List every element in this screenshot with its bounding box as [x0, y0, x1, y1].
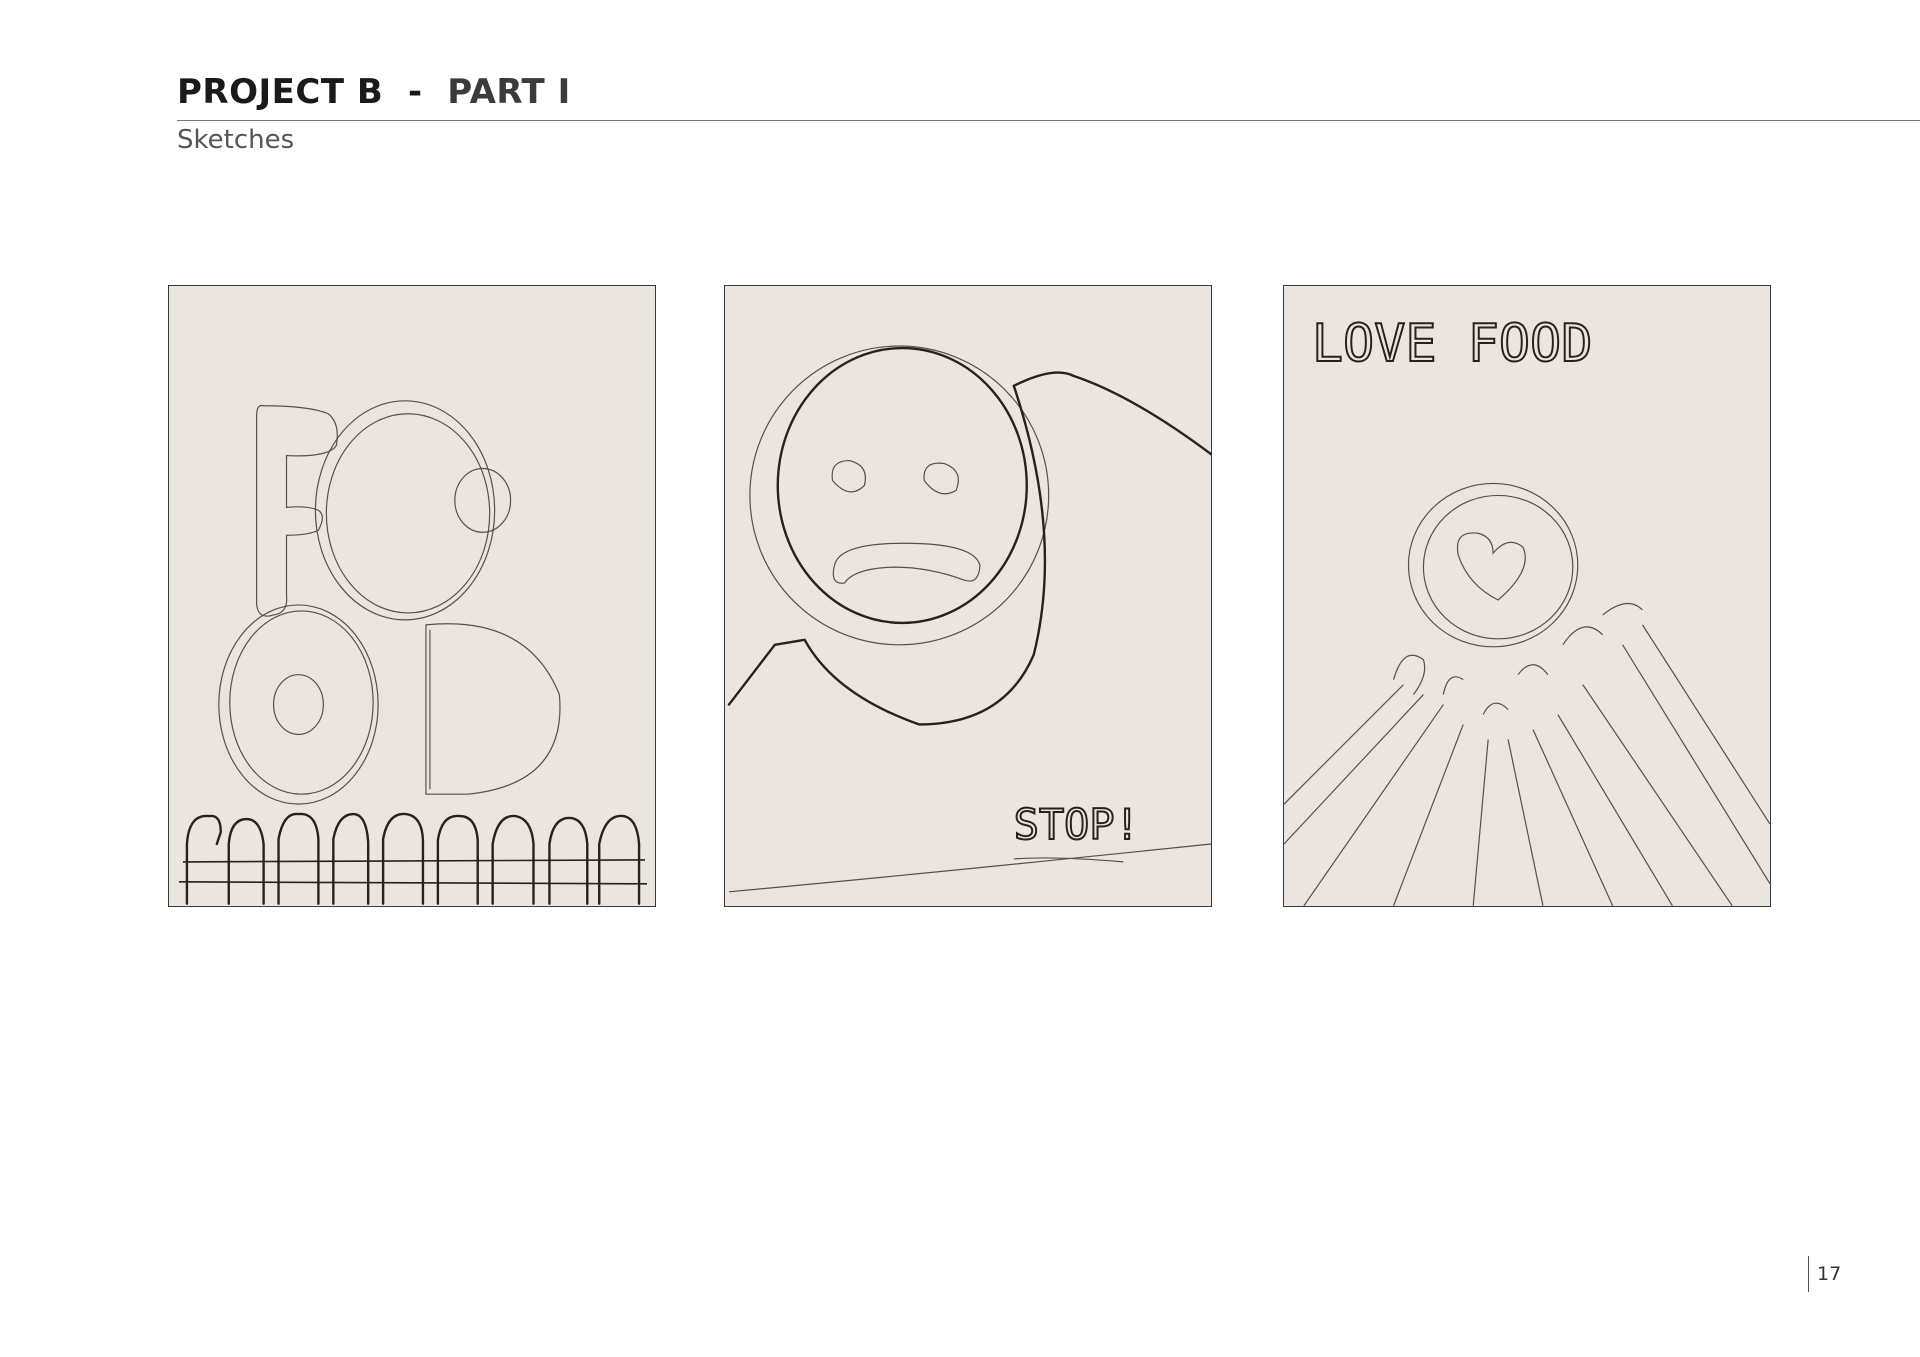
sad-face-drawing: STOP!: [727, 345, 1211, 893]
sketch-love-food: LOVE FOOD: [1283, 285, 1771, 907]
love-food-text: LOVE FOOD: [1312, 314, 1593, 374]
page-number: 17: [1808, 1256, 1841, 1292]
title-part: PART I: [447, 72, 571, 112]
page-subtitle: Sketches: [177, 125, 295, 155]
sketch-food-letters: [168, 285, 656, 907]
love-food-drawing: LOVE FOOD: [1284, 313, 1770, 906]
page-title: PROJECT B - PART I: [177, 72, 571, 112]
header-divider: [177, 120, 1920, 121]
title-main: PROJECT B: [177, 72, 384, 112]
food-letters-drawing: [178, 400, 648, 905]
stop-text: STOP!: [1014, 800, 1140, 849]
title-separator: -: [407, 72, 423, 112]
sketch-sad-face: STOP!: [724, 285, 1212, 907]
